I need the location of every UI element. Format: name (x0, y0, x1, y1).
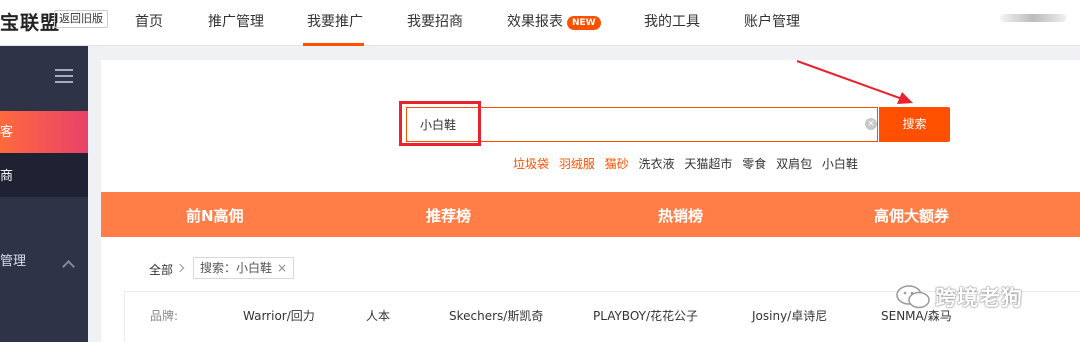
annotation-arrow-icon (796, 60, 913, 104)
